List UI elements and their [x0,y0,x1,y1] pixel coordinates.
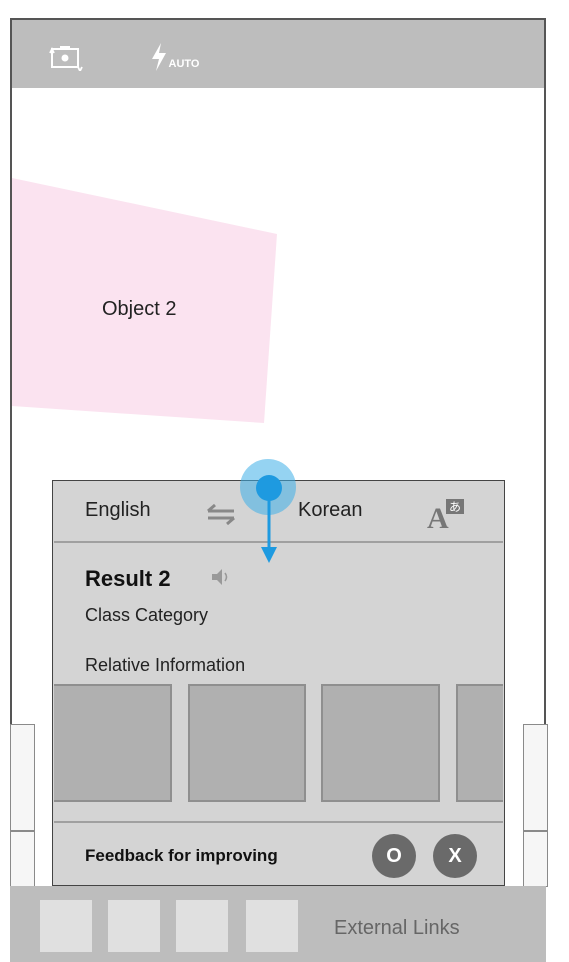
side-tab-right-bottom[interactable] [523,831,548,887]
related-thumbnail-1[interactable] [54,684,172,802]
side-tab-right-top[interactable] [523,724,548,831]
link-thumbnail-2[interactable] [108,900,160,952]
drag-handle[interactable] [256,475,282,501]
related-thumbnail-3[interactable] [321,684,440,802]
feedback-no-button[interactable]: X [433,834,477,878]
feedback-ok-button[interactable]: O [372,834,416,878]
object-label: Object 2 [102,298,177,320]
flash-auto-icon[interactable]: AUTO [144,40,204,74]
related-thumbnail-2[interactable] [188,684,306,802]
svg-text:A: A [427,502,449,532]
link-thumbnail-3[interactable] [176,900,228,952]
feedback-divider [54,821,503,823]
class-category: Class Category [85,605,209,625]
side-tab-left-bottom[interactable] [10,831,35,887]
link-thumbnail-1[interactable] [40,900,92,952]
related-thumbnail-4[interactable] [456,684,503,802]
flash-mode-label: AUTO [168,58,200,70]
link-thumbnail-4[interactable] [246,900,298,952]
side-tab-left-top[interactable] [10,724,35,831]
feedback-label: Feedback for improving [85,846,278,865]
speaker-icon[interactable] [210,566,232,588]
result-title: Result 2 [85,566,171,591]
translate-icon[interactable]: A あ [424,496,468,532]
drag-down-arrow-icon [261,499,277,563]
camera-toolbar [10,18,546,88]
source-language[interactable]: English [85,499,151,522]
swap-arrows-icon[interactable] [204,500,238,528]
target-language[interactable]: Korean [298,499,363,522]
camera-switch-icon[interactable] [48,42,84,72]
translate-glyph: あ [449,500,462,514]
relative-information-heading: Relative Information [85,655,246,675]
external-links-link[interactable]: External Links [334,917,460,940]
